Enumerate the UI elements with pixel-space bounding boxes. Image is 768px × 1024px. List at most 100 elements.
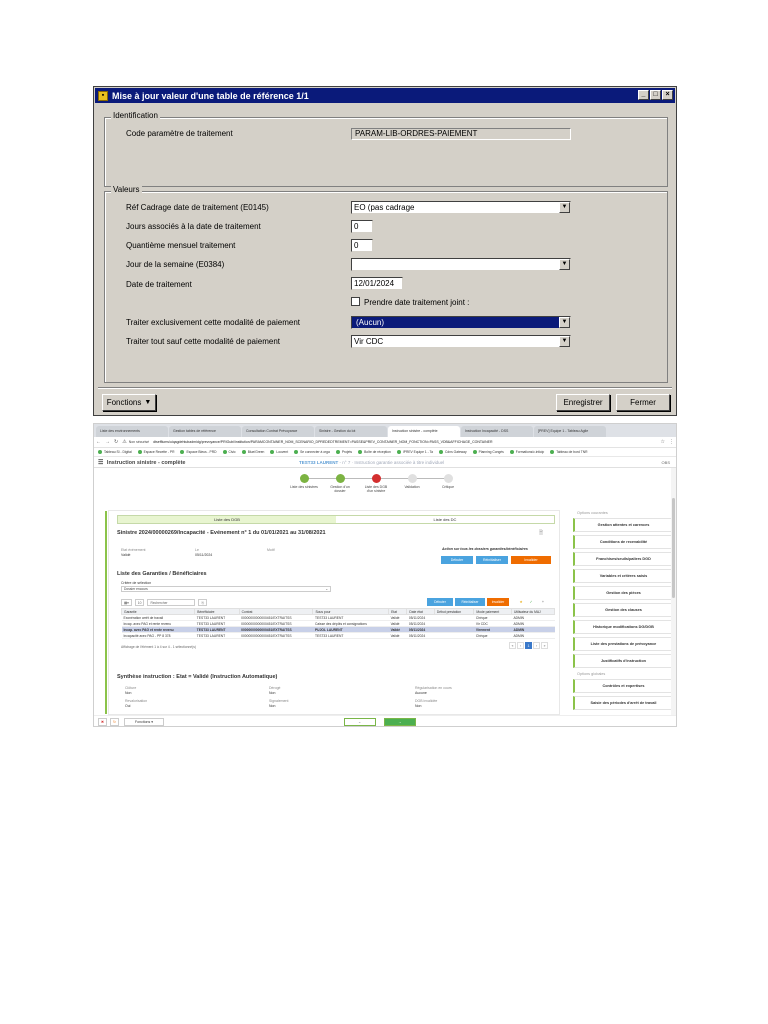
close-button[interactable]: × [662, 90, 673, 100]
maximize-button[interactable]: □ [650, 90, 661, 100]
criteria-select[interactable]: Dossier encours ⌄ [121, 586, 331, 592]
bookmark-item[interactable]: Cdns Gateway [439, 450, 467, 455]
document-icon[interactable]: 🗎 [539, 530, 543, 538]
chevron-down-icon[interactable]: ▼ [559, 202, 570, 213]
reinitialiser-all-button[interactable]: Réinitialiser [476, 556, 508, 564]
fonctions-dropdown-button[interactable]: Fonctions ▾ [124, 718, 164, 726]
export-icon[interactable]: ⎘ [198, 598, 208, 606]
delete-icon[interactable]: ✖ [98, 718, 107, 726]
invalider-all-button[interactable]: Invalider [511, 556, 551, 564]
browser-tab[interactable]: Gestion tables de référence [169, 426, 241, 437]
insured-name: TEST33 LAURENT [299, 460, 339, 465]
stepper-step[interactable]: Validation [397, 474, 427, 489]
pager-last[interactable]: » [541, 642, 548, 649]
browser-tab[interactable]: [PREV] Equipe 1 - Tableau Agile [534, 426, 606, 437]
previous-button[interactable]: ← [344, 718, 376, 726]
bookmark-item[interactable]: Espace Recette - PR [137, 450, 174, 455]
debuter-button[interactable]: Débuter [427, 598, 453, 606]
sidebar-option-item[interactable]: Liste des prestations de prévoyance [573, 637, 673, 651]
bookmark-item[interactable]: Blue/Green [241, 450, 264, 455]
sidebar-option-item[interactable]: Gestion des clauses [573, 603, 673, 617]
sidebar-option-item[interactable]: Contrôles et expertises [573, 679, 673, 693]
invalider-button[interactable]: Invalider [487, 598, 509, 606]
hamburger-menu-icon[interactable]: ☰ [98, 460, 103, 466]
sidebar-option-item[interactable]: Gestion attentes et carences [573, 518, 673, 532]
back-icon[interactable]: ← [96, 439, 101, 445]
sidebar-option-item[interactable]: Franchises/seuils/paliers DGD [573, 552, 673, 566]
pager-next[interactable]: › [533, 642, 540, 649]
tab-liste-dc[interactable]: Liste des DC [336, 516, 554, 523]
ref-cadrage-combo[interactable]: EO (pas cadrage ▼ [351, 201, 571, 214]
columns-toggle-button[interactable]: ▦▾ [121, 598, 132, 606]
browser-tab-active[interactable]: Instruction sinistre - complète [388, 426, 460, 437]
jours-associes-input[interactable]: 0 [351, 220, 373, 233]
minimize-button[interactable]: _ [638, 90, 649, 100]
bookmark-item[interactable]: Tableau SI - Digital [98, 450, 132, 455]
bookmark-item[interactable]: Formations/c.inticip [509, 450, 544, 455]
search-input[interactable]: Rechercher [147, 598, 196, 606]
pager-prev[interactable]: ‹ [517, 642, 524, 649]
header-user[interactable]: OBS [662, 460, 670, 465]
stepper-step[interactable]: Liste des DGB d'un sinistre [361, 474, 391, 493]
tab-liste-dgb[interactable]: Liste des DGB [118, 516, 336, 523]
step-label: Liste des DGB d'un sinistre [364, 485, 388, 493]
next-button[interactable]: → [384, 718, 416, 726]
prendre-date-checkbox[interactable] [351, 297, 360, 306]
fermer-button[interactable]: Fermer [616, 394, 670, 411]
browser-tab[interactable]: Liste des environnements [96, 426, 168, 437]
sidebar-option-item[interactable]: Variables et critères saisis [573, 569, 673, 583]
browser-tab[interactable]: Sinistre - Gestion du lot [315, 426, 387, 437]
sidebar-option-item[interactable]: Saisie des périodes d'arrêt de travail [573, 696, 673, 710]
menu-icon[interactable]: ⋮ [669, 439, 674, 445]
vertical-scrollbar[interactable] [671, 468, 676, 715]
star-icon[interactable]: ☆ [661, 439, 665, 445]
stepper-step[interactable]: Critique [433, 474, 463, 489]
jour-semaine-combo[interactable]: ▼ [351, 258, 571, 271]
bookmark-item[interactable]: Planning Congés [472, 450, 504, 455]
chevron-down-icon[interactable]: ▼ [559, 259, 570, 270]
bookmark-item[interactable]: Tableau de bord TNR [550, 450, 587, 455]
bookmark-item[interactable]: Se connecter à orga [294, 450, 330, 455]
table-cell: ADMIN [511, 632, 555, 639]
browser-tab[interactable]: Instruction Incapacité - DSS [461, 426, 533, 437]
jour-semaine-label: Jour de la semaine (E0384) [126, 260, 225, 269]
url-input[interactable]: dtsefflums/uiqagdehtubadmidg/prevoyance/… [153, 440, 613, 444]
debuter-all-button[interactable]: Débuter [441, 556, 473, 564]
sidebar-option-item[interactable]: Historique modifications DG/DGB [573, 620, 673, 634]
star-icon[interactable]: ★ [517, 598, 525, 606]
enregistrer-button[interactable]: Enregistrer [556, 394, 610, 411]
bookmark-item[interactable]: Boîte de réception [358, 450, 391, 455]
chevron-down-icon[interactable]: ▼ [559, 317, 570, 328]
chevron-down-icon[interactable]: ▼ [559, 336, 570, 347]
options-globales-heading: Options globales [577, 672, 606, 676]
pager-page[interactable]: 1 [525, 642, 532, 649]
refresh-icon[interactable]: ↻ [110, 718, 119, 726]
modalite-sauf-combo[interactable]: Vir CDC ▼ [351, 335, 571, 348]
add-icon[interactable]: + [539, 598, 547, 606]
sidebar-option-item[interactable]: Gestion des pièces [573, 586, 673, 600]
stepper-step[interactable]: Liste des sinistres [289, 474, 319, 489]
reload-icon[interactable]: ↻ [114, 439, 118, 445]
browser-tab[interactable]: Consultation Contrat Prévoyance [242, 426, 314, 437]
stepper-step[interactable]: Gestion d'un dossier [325, 474, 355, 493]
browser-window: Liste des environnements Gestion tables … [93, 423, 677, 727]
bookmark-item[interactable]: Civic [222, 450, 236, 455]
sidebar-option-item[interactable]: Conditions de recevabilité [573, 535, 673, 549]
bookmarks-bar: Tableau SI - Digital Espace Recette - PR… [94, 448, 676, 457]
step-status-icon [335, 474, 345, 483]
bookmark-item[interactable]: Loovent [270, 450, 288, 455]
sidebar-option-item[interactable]: Justificatifs d'instruction [573, 654, 673, 668]
page-size-select[interactable]: 10 [134, 598, 145, 606]
bookmark-item[interactable]: IPREV Equipe 1 - Ta [396, 450, 433, 455]
forward-icon[interactable]: → [105, 439, 110, 445]
bookmark-item[interactable]: Projets [335, 450, 352, 455]
fonctions-button[interactable]: Fonctions ▼ [102, 394, 156, 411]
modalite-exclusive-combo[interactable]: (Aucun) ▼ [351, 316, 571, 329]
bookmark-item[interactable]: Espace Bleus - PRD [180, 450, 217, 455]
reinitialiser-button[interactable]: Réinitialiser [455, 598, 485, 606]
pager-first[interactable]: « [509, 642, 516, 649]
check-icon[interactable]: ✓ [527, 598, 535, 606]
quantieme-input[interactable]: 0 [351, 239, 373, 252]
date-traitement-input[interactable]: 12/01/2024 [351, 277, 403, 290]
table-row[interactable]: Incapacité avec PAG - PP 8 378 TEST33 LAU… [121, 632, 555, 639]
